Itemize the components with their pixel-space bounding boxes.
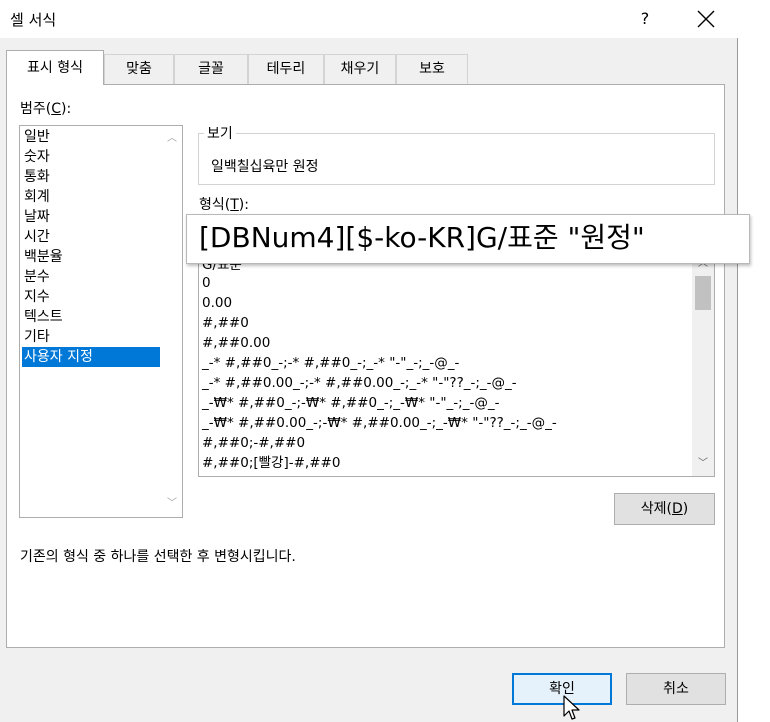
scroll-down-icon[interactable]: ﹀ xyxy=(693,454,713,474)
delete-button[interactable]: 삭제(D) xyxy=(614,493,715,525)
format-code-list[interactable]: G/표준 0 0.00 #,##0 #,##0.00 _-* #,##0_-;-… xyxy=(198,245,715,477)
sample-legend: 보기 xyxy=(204,123,236,143)
category-item-fraction[interactable]: 분수 xyxy=(22,267,160,287)
format-code-item[interactable]: 0.00 xyxy=(202,293,232,313)
description-text: 기존의 형식 중 하나를 선택한 후 변형시킵니다. xyxy=(20,549,296,565)
category-item-custom[interactable]: 사용자 지정 xyxy=(22,347,160,367)
tab-protection[interactable]: 보호 xyxy=(396,54,468,84)
category-list[interactable]: 일반 숫자 통화 회계 날짜 시간 백분율 분수 지수 텍스트 기타 사용자 지… xyxy=(19,125,183,518)
category-item-number[interactable]: 숫자 xyxy=(22,147,160,167)
category-item-special[interactable]: 기타 xyxy=(22,327,160,347)
format-label: 형식(T): xyxy=(199,197,249,213)
close-button[interactable] xyxy=(683,2,729,36)
title-bar: 셀 서식 ? xyxy=(0,0,738,38)
category-item-accounting[interactable]: 회계 xyxy=(22,187,160,207)
format-code-item[interactable]: #,##0;-#,##0 xyxy=(202,433,305,453)
format-code-item[interactable]: _-₩* #,##0.00_-;-₩* #,##0.00_-;_-₩* "-"?… xyxy=(202,413,557,433)
format-code-item[interactable]: #,##0;[빨강]-#,##0 xyxy=(202,453,340,473)
format-code-item[interactable]: _-* #,##0_-;-* #,##0_-;_-* "-"_-;_-@_- xyxy=(202,353,459,373)
format-cells-dialog: 셀 서식 ? 표시 형식 맞춤 글꼴 테두리 채우기 보호 범주(C): 일반 … xyxy=(0,0,750,722)
format-code-item[interactable]: #,##0 xyxy=(202,313,249,333)
format-code-item[interactable]: _-* #,##0.00_-;-* #,##0.00_-;_-* "-"??_-… xyxy=(202,373,517,393)
tab-border[interactable]: 테두리 xyxy=(248,54,324,84)
mouse-pointer-icon xyxy=(563,695,580,720)
tab-fill[interactable]: 채우기 xyxy=(324,54,396,84)
category-item-scientific[interactable]: 지수 xyxy=(22,287,160,307)
category-label: 범주(C): xyxy=(20,101,72,117)
format-code-item[interactable]: #,##0.00 xyxy=(202,333,270,353)
dialog-title: 셀 서식 xyxy=(10,11,57,29)
help-icon: ? xyxy=(640,9,650,28)
cancel-button[interactable]: 취소 xyxy=(626,673,726,705)
sample-value: 일백칠십육만 원정 xyxy=(211,159,319,175)
category-item-time[interactable]: 시간 xyxy=(22,227,160,247)
category-item-currency[interactable]: 통화 xyxy=(22,167,160,187)
scroll-thumb[interactable] xyxy=(695,276,711,310)
format-type-input[interactable]: [DBNum4][$-ko-KR]G/표준 "원정" xyxy=(186,214,750,264)
close-icon xyxy=(697,10,715,28)
category-item-general[interactable]: 일반 xyxy=(22,127,160,147)
category-item-percentage[interactable]: 백분율 xyxy=(22,247,160,267)
scroll-down-icon[interactable]: ﹀ xyxy=(162,494,182,514)
format-code-item[interactable]: _-₩* #,##0_-;-₩* #,##0_-;_-₩* "-"_-;_-@_… xyxy=(202,393,499,413)
format-code-scrollbar[interactable]: ︿ ﹀ xyxy=(692,246,714,476)
category-scrollbar[interactable]: ︿ ﹀ xyxy=(162,126,182,517)
category-item-date[interactable]: 날짜 xyxy=(22,207,160,227)
tab-font[interactable]: 글꼴 xyxy=(174,54,248,84)
tab-number[interactable]: 표시 형식 xyxy=(6,50,104,85)
tab-alignment[interactable]: 맞춤 xyxy=(104,54,174,84)
category-item-text[interactable]: 텍스트 xyxy=(22,307,160,327)
format-code-item[interactable]: 0 xyxy=(202,273,211,293)
scroll-up-icon[interactable]: ︿ xyxy=(162,129,182,149)
help-button[interactable]: ? xyxy=(625,2,665,36)
